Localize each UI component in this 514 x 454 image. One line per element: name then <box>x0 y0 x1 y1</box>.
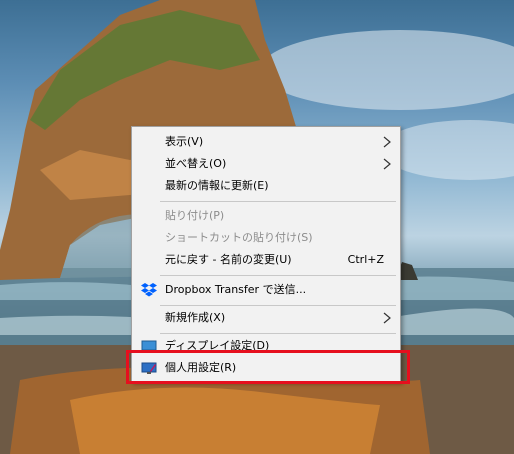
menu-item-refresh[interactable]: 最新の情報に更新(E) <box>132 175 400 197</box>
menu-item-paste-shortcut: ショートカットの貼り付け(S) <box>132 227 400 249</box>
context-menu: 表示(V) 並べ替え(O) 最新の情報に更新(E) 貼り付け(P) ショートカッ… <box>131 126 401 382</box>
highlight-box <box>126 350 410 384</box>
menu-item-label: 元に戻す - 名前の変更(U) <box>165 253 292 266</box>
menu-item-label: 貼り付け(P) <box>165 209 225 222</box>
menu-item-shortcut: Ctrl+Z <box>347 253 384 266</box>
menu-item-label: Dropbox Transfer で送信... <box>165 283 307 296</box>
menu-item-sort[interactable]: 並べ替え(O) <box>132 153 400 175</box>
menu-item-paste: 貼り付け(P) <box>132 205 400 227</box>
menu-item-label: 最新の情報に更新(E) <box>165 179 269 192</box>
menu-item-label: 新規作成(X) <box>165 311 226 324</box>
menu-item-dropbox-transfer[interactable]: Dropbox Transfer で送信... <box>132 279 400 301</box>
chevron-right-icon <box>383 136 391 148</box>
menu-item-label: 並べ替え(O) <box>165 157 227 170</box>
menu-item-undo-rename[interactable]: 元に戻す - 名前の変更(U) Ctrl+Z <box>132 249 400 271</box>
menu-item-new[interactable]: 新規作成(X) <box>132 307 400 329</box>
menu-item-view[interactable]: 表示(V) <box>132 131 400 153</box>
chevron-right-icon <box>383 158 391 170</box>
menu-separator <box>160 201 396 202</box>
menu-item-label: 表示(V) <box>165 135 204 148</box>
dropbox-icon <box>141 283 157 297</box>
menu-separator <box>160 305 396 306</box>
chevron-right-icon <box>383 312 391 324</box>
menu-item-label: ショートカットの貼り付け(S) <box>165 231 313 244</box>
menu-separator <box>160 275 396 276</box>
menu-separator <box>160 333 396 334</box>
